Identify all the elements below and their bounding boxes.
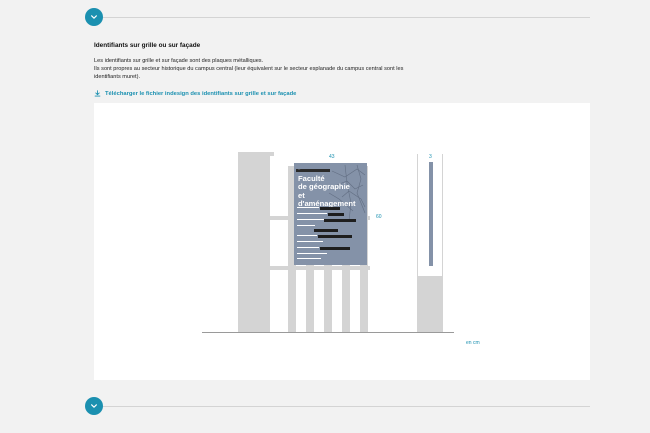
sign-info-row [297, 253, 327, 256]
download-label: Télécharger le fichier indesign des iden… [105, 90, 297, 97]
sign-label-block [324, 219, 356, 223]
description-line-2: Ils sont propres au secteur historique d… [94, 65, 404, 80]
sign-label-block [328, 213, 344, 217]
sign-info-row [297, 207, 319, 210]
collapse-toggle-bottom[interactable] [85, 397, 103, 415]
gate-crossbar-bottom [270, 266, 370, 270]
sign-info-row [297, 247, 319, 250]
section-heading: Identifiants sur grille ou sur façade [94, 42, 201, 49]
illustration-panel: — Faculté de géographie et d'aménagement… [94, 103, 590, 380]
section-divider-bottom [94, 406, 590, 407]
sign-label-block [314, 229, 338, 233]
download-icon [94, 90, 101, 97]
sign-info-row [297, 225, 315, 228]
side-view-rail [417, 154, 418, 276]
sign-info-row [297, 241, 323, 244]
sign-title: Faculté de géographie et d'aménagement [298, 174, 364, 209]
chevron-down-icon [91, 15, 97, 19]
sign-info-row [297, 258, 321, 261]
gate-pillar [238, 154, 270, 332]
dimension-height: 60 [376, 214, 382, 220]
description-line-1: Les identifiants sur grille et sur façad… [94, 58, 264, 64]
download-link[interactable]: Télécharger le fichier indesign des iden… [94, 90, 296, 97]
section-divider-top [94, 17, 590, 18]
sign-info-row [297, 219, 325, 222]
sign-label-block [318, 235, 352, 239]
sign-info-row [297, 235, 317, 238]
sign-title-line: de géographie [298, 182, 350, 192]
identifier-sign: — Faculté de géographie et d'aménagement [294, 163, 367, 265]
dimension-side: 3 [429, 154, 432, 160]
collapse-toggle-top[interactable] [85, 8, 103, 26]
chevron-down-icon [91, 404, 97, 408]
side-view-post [417, 276, 443, 332]
side-view-rail [442, 154, 443, 276]
ground-line [202, 332, 454, 333]
section-description: Les identifiants sur grille et sur façad… [94, 58, 404, 82]
sign-header-stripe: — [296, 169, 330, 172]
sign-label-block [320, 207, 340, 211]
dimension-width: 43 [329, 154, 335, 160]
sign-label-block [320, 247, 350, 251]
unit-label: en cm [466, 340, 480, 346]
sign-info-row [297, 213, 327, 216]
side-view-sign [429, 162, 433, 266]
